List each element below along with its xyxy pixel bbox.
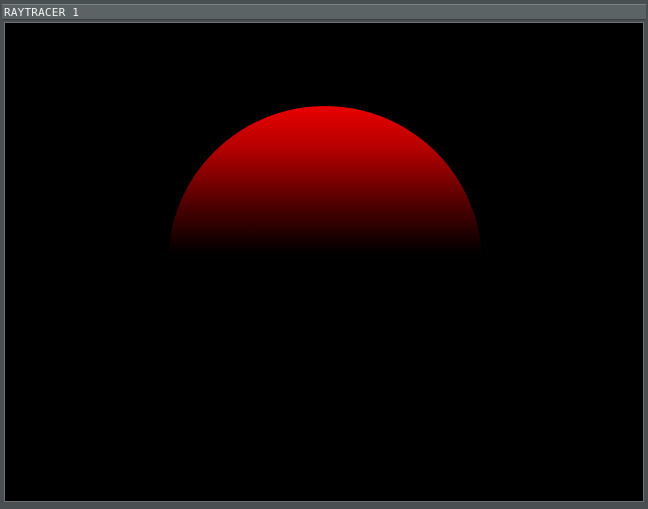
render-viewport[interactable] xyxy=(4,22,644,502)
raytraced-scene xyxy=(5,23,643,501)
app-window: RAYTRACER 1 xyxy=(0,0,648,509)
window-title: RAYTRACER 1 xyxy=(4,6,80,19)
title-bar[interactable]: RAYTRACER 1 xyxy=(2,4,646,20)
red-sphere xyxy=(168,106,482,420)
